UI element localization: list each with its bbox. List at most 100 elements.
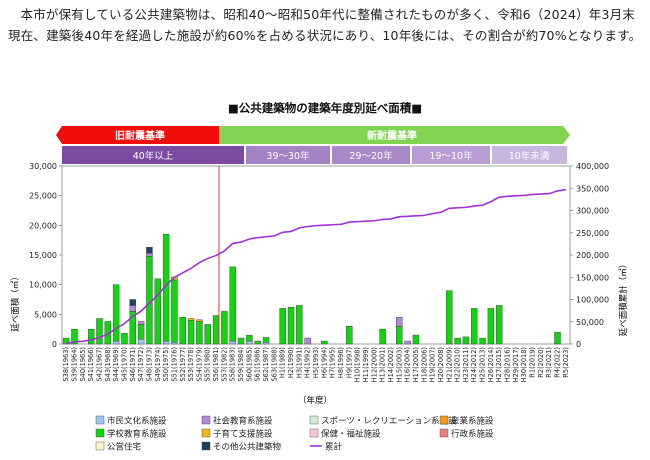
bar-segment xyxy=(137,339,145,345)
age-band-under10-label: 10年未満 xyxy=(509,150,550,162)
bar-segment xyxy=(262,337,270,343)
bar-segment xyxy=(87,328,95,345)
y2-tick-label: 0 xyxy=(576,340,581,349)
legend-swatch xyxy=(201,441,211,451)
legend-swatch xyxy=(439,428,449,438)
age-band-39-30-label: 39〜30年 xyxy=(266,150,310,162)
y2-tick-label: 250,000 xyxy=(576,229,609,238)
chart-title: ■公共建築物の建築年度別延べ面積■ xyxy=(228,101,422,115)
x-tick-label: H9(1997) xyxy=(345,347,353,378)
x-tick-label: S59(1984) xyxy=(237,347,245,382)
bar-segment xyxy=(229,266,236,342)
x-tick-label: H7(1995) xyxy=(329,347,337,378)
bar-segment xyxy=(412,334,420,345)
bar-segment xyxy=(279,308,286,345)
bar-segment xyxy=(346,326,353,345)
bar-segment xyxy=(121,333,128,345)
x-tick-label: R2(2020) xyxy=(537,347,545,378)
x-tick-label: R5(2023) xyxy=(562,347,570,378)
bar-segment xyxy=(129,299,136,306)
x-tick-label: S50(1975) xyxy=(162,347,170,382)
x-tick-label: H20(2008) xyxy=(437,347,445,382)
x-tick-label: S62(1987) xyxy=(262,347,270,382)
x-tick-label: H30(2018) xyxy=(520,347,528,382)
x-tick-label: H19(2007) xyxy=(429,347,437,382)
x-tick-label: H5(1993) xyxy=(312,347,320,378)
legend-label: 学校教育系施設 xyxy=(107,429,167,440)
bar-segment xyxy=(446,290,453,345)
bar-segment xyxy=(254,340,261,345)
x-tick-label: H2(1990) xyxy=(287,347,295,378)
legend-swatch xyxy=(95,415,105,425)
x-tick-label: S61(1986) xyxy=(254,347,262,382)
bar-segment xyxy=(171,342,178,345)
legend-swatch xyxy=(201,415,211,425)
x-tick-label: S49(1974) xyxy=(154,347,162,382)
bar-segment xyxy=(454,337,461,345)
x-tick-label: S51(1976) xyxy=(170,347,178,382)
x-tick-label: S60(1985) xyxy=(245,347,253,382)
bar-segment xyxy=(554,331,561,345)
bar-segment xyxy=(246,340,253,345)
x-tick-label: S42(1967) xyxy=(95,347,103,382)
y2-tick-label: 300,000 xyxy=(576,207,609,216)
bar-segment xyxy=(196,321,203,345)
x-tick-label: S52(1977) xyxy=(179,347,187,382)
x-tick-label: H23(2011) xyxy=(462,347,470,382)
x-tick-label: H11(1999) xyxy=(362,347,370,382)
bar-segment xyxy=(212,315,220,345)
bar-segment xyxy=(187,320,195,345)
legend-label: 公営住宅 xyxy=(107,442,141,453)
bar-segment xyxy=(479,337,486,345)
x-tick-label: H25(2013) xyxy=(479,347,487,382)
x-tick-label: H24(2012) xyxy=(470,347,478,382)
x-tick-label: H15(2003) xyxy=(395,347,403,382)
bar-segment xyxy=(187,318,195,321)
legend-swatch xyxy=(95,441,105,451)
bar-segment xyxy=(262,342,270,345)
legend-label: スポーツ・レクリエーション系施設 xyxy=(321,416,457,427)
x-tick-label: R4(2022) xyxy=(554,347,562,378)
x-tick-label: S39(1964) xyxy=(70,347,78,382)
legend-label: 累計 xyxy=(325,442,343,453)
bar-segment xyxy=(237,337,245,345)
x-tick-label: R1(2019) xyxy=(529,347,537,378)
x-tick-label: S63(1988) xyxy=(270,347,278,382)
y2-tick-label: 150,000 xyxy=(576,273,609,282)
bar-segment xyxy=(396,326,403,345)
x-axis-label: （年度） xyxy=(298,395,332,406)
bar-segment xyxy=(96,318,103,345)
x-tick-label: R3(2021) xyxy=(545,347,553,378)
y-tick-label: 30,000 xyxy=(29,162,57,171)
age-band-19-10-label: 19〜10年 xyxy=(429,150,473,162)
y2-tick-label: 200,000 xyxy=(576,251,609,260)
legend-swatch xyxy=(309,428,319,438)
y-tick-label: 5,000 xyxy=(34,310,57,319)
bar-segment xyxy=(146,247,153,254)
x-tick-label: S58(1983) xyxy=(229,347,237,382)
bar-segment xyxy=(146,253,153,257)
bar-segment xyxy=(287,307,295,345)
x-tick-label: S46(1971) xyxy=(129,347,137,382)
bar-segment xyxy=(379,328,386,345)
legend-label: 社会教育系施設 xyxy=(213,416,273,427)
x-tick-label: H26(2014) xyxy=(487,347,495,382)
y-axis-label: 延べ面積（㎡） xyxy=(10,272,21,332)
x-tick-label: S44(1969) xyxy=(112,347,120,382)
bar-segment xyxy=(137,324,145,340)
x-tick-label: S55(1980) xyxy=(204,347,212,382)
bar-segment xyxy=(471,308,478,345)
bar-segment xyxy=(204,324,211,345)
bar-segment xyxy=(296,305,303,345)
x-tick-label: H3(1991) xyxy=(295,347,303,378)
bar-segment xyxy=(179,317,186,345)
x-tick-label: H14(2002) xyxy=(387,347,395,382)
legend-swatch xyxy=(439,415,449,425)
bar-segment xyxy=(154,278,161,345)
bar-segment xyxy=(112,340,120,345)
x-tick-label: H10(1998) xyxy=(354,347,362,382)
y2-axis-label: 延べ面積累計（㎡） xyxy=(618,260,629,337)
bar-segment xyxy=(112,284,120,342)
bar-segment xyxy=(304,337,311,345)
y-tick-label: 0 xyxy=(52,340,57,349)
